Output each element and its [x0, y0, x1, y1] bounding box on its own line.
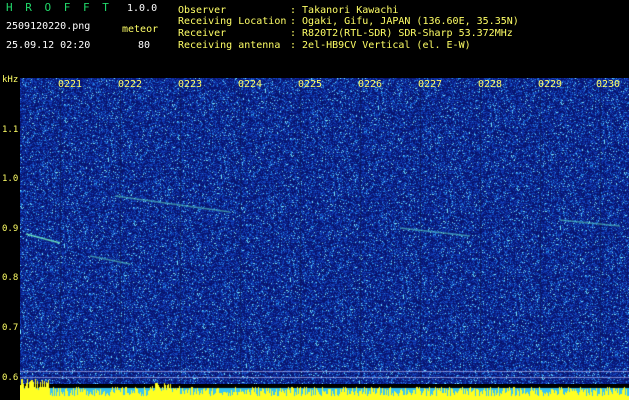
image-filename: 2509120220.png: [6, 21, 91, 32]
hrofft-window: H R O F F T 1.0.0 2509120220.png meteor …: [0, 0, 629, 400]
info-location-value: : Ogaki, Gifu, JAPAN (136.60E, 35.35N): [290, 16, 519, 27]
event-count: 80: [138, 40, 151, 51]
signal-strength-bars: [20, 378, 629, 400]
time-tick-label: 0228: [478, 79, 503, 90]
time-tick-label: 0230: [596, 79, 621, 90]
y-tick-label: 1.0: [2, 174, 19, 184]
time-tick-label: 0229: [538, 79, 563, 90]
y-tick-label: 0.7: [2, 323, 19, 333]
y-tick-label: 0.6: [2, 373, 19, 383]
info-receiver-key: Receiver: [178, 28, 227, 39]
time-tick-label: 0226: [358, 79, 383, 90]
y-tick-label: 1.1: [2, 125, 19, 135]
info-observer-key: Observer: [178, 5, 227, 16]
event-label: meteor: [122, 24, 159, 35]
info-observer-value: : Takanori Kawachi: [290, 5, 399, 16]
info-receiver-value: : R820T2(RTL-SDR) SDR-Sharp 53.372MHz: [290, 28, 513, 39]
time-tick-label: 0227: [418, 79, 443, 90]
y-tick-label: 0.8: [2, 273, 19, 283]
time-tick-label: 0225: [298, 79, 323, 90]
capture-datetime: 25.09.12 02:20: [6, 40, 91, 51]
app-version: 1.0.0: [127, 3, 158, 14]
time-tick-label: 0224: [238, 79, 263, 90]
spectrogram: [20, 78, 629, 384]
info-location-key: Receiving Location: [178, 16, 287, 27]
info-antenna-value: : 2el-HB9CV Vertical (el. E-W): [290, 40, 471, 51]
y-tick-label: 0.9: [2, 224, 19, 234]
info-antenna-key: Receiving antenna: [178, 40, 281, 51]
time-tick-label: 0221: [58, 79, 83, 90]
app-title: H R O F F T: [6, 1, 112, 14]
y-axis-unit: kHz: [2, 75, 19, 85]
time-tick-label: 0222: [118, 79, 143, 90]
time-tick-label: 0223: [178, 79, 203, 90]
